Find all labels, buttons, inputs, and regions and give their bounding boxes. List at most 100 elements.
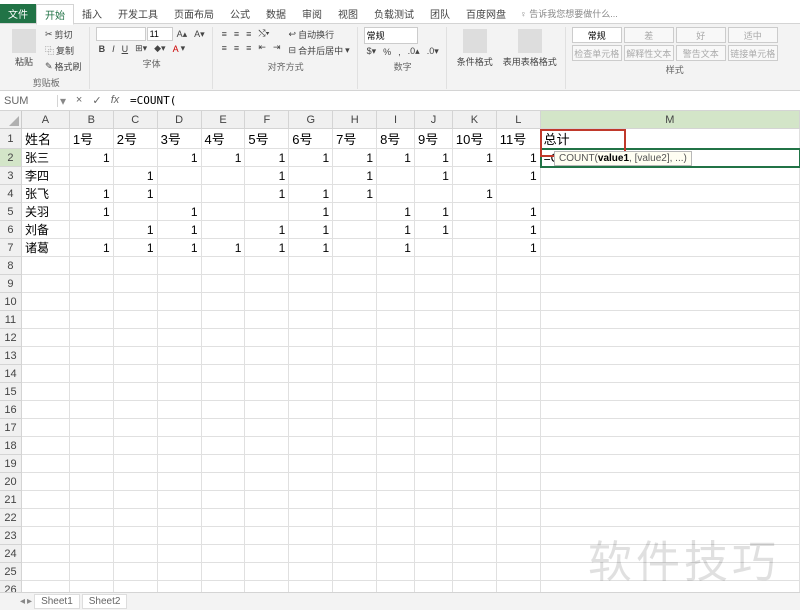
cell[interactable]	[497, 527, 541, 545]
cell[interactable]	[453, 473, 497, 491]
cell[interactable]	[22, 257, 70, 275]
cell[interactable]: 1	[114, 167, 158, 185]
cell[interactable]	[70, 473, 114, 491]
row-header[interactable]: 10	[0, 293, 22, 311]
col-header-C[interactable]: C	[114, 111, 158, 129]
cell[interactable]	[158, 347, 202, 365]
cell[interactable]	[22, 365, 70, 383]
format-as-table-button[interactable]: 表用表格格式	[499, 27, 561, 70]
cell[interactable]	[202, 437, 246, 455]
cell[interactable]	[333, 311, 377, 329]
cell[interactable]: 1	[70, 149, 114, 167]
col-header-B[interactable]: B	[70, 111, 114, 129]
cell[interactable]	[158, 401, 202, 419]
cell[interactable]	[453, 401, 497, 419]
cell[interactable]	[289, 257, 333, 275]
cell[interactable]	[158, 329, 202, 347]
cell[interactable]	[289, 527, 333, 545]
cell[interactable]	[22, 419, 70, 437]
cell[interactable]	[497, 275, 541, 293]
cell[interactable]	[114, 311, 158, 329]
cell[interactable]	[377, 455, 415, 473]
cell[interactable]	[415, 311, 453, 329]
font-color-button[interactable]: A▾	[170, 42, 189, 55]
cell[interactable]	[289, 473, 333, 491]
cell[interactable]	[415, 347, 453, 365]
row-header[interactable]: 1	[0, 129, 22, 149]
cell[interactable]	[541, 347, 800, 365]
cell[interactable]: 1	[202, 149, 246, 167]
cell[interactable]: 1	[453, 185, 497, 203]
cell[interactable]	[245, 509, 289, 527]
cell[interactable]	[333, 257, 377, 275]
cell[interactable]	[415, 473, 453, 491]
cell[interactable]	[202, 167, 246, 185]
cell[interactable]	[541, 293, 800, 311]
cell[interactable]	[158, 563, 202, 581]
row-header[interactable]: 12	[0, 329, 22, 347]
cell[interactable]	[158, 275, 202, 293]
increase-font-button[interactable]: A▴	[174, 27, 191, 41]
cell[interactable]	[245, 401, 289, 419]
align-bottom-button[interactable]: ≡	[243, 27, 254, 40]
col-header-G[interactable]: G	[289, 111, 333, 129]
row-header[interactable]: 25	[0, 563, 22, 581]
cell[interactable]	[245, 311, 289, 329]
menu-tab-formulas[interactable]: 公式	[222, 4, 258, 23]
cell-style-normal[interactable]: 常规	[572, 27, 622, 43]
cell[interactable]	[158, 419, 202, 437]
cell-style-link[interactable]: 链接单元格	[728, 45, 778, 61]
row-header[interactable]: 2	[0, 149, 22, 167]
cell[interactable]: 1	[70, 203, 114, 221]
row-header[interactable]: 19	[0, 455, 22, 473]
cell[interactable]	[415, 185, 453, 203]
cell-style-bad[interactable]: 差	[624, 27, 674, 43]
cell[interactable]	[497, 293, 541, 311]
cut-button[interactable]: ✂剪切	[42, 27, 85, 42]
cell[interactable]: 5号	[245, 129, 289, 149]
row-header[interactable]: 20	[0, 473, 22, 491]
cell[interactable]	[453, 527, 497, 545]
cell[interactable]: 1	[497, 167, 541, 185]
row-header[interactable]: 5	[0, 203, 22, 221]
cell[interactable]	[377, 419, 415, 437]
cell[interactable]: 1号	[70, 129, 114, 149]
cell[interactable]	[202, 257, 246, 275]
cell[interactable]: 1	[158, 149, 202, 167]
cell[interactable]	[22, 509, 70, 527]
cell[interactable]	[114, 491, 158, 509]
cell[interactable]	[377, 257, 415, 275]
align-right-button[interactable]: ≡	[243, 41, 254, 54]
cell[interactable]	[497, 329, 541, 347]
cell[interactable]: 张飞	[22, 185, 70, 203]
cell[interactable]	[497, 347, 541, 365]
cell[interactable]: 1	[289, 239, 333, 257]
bold-button[interactable]: B	[96, 42, 109, 55]
cell[interactable]	[245, 545, 289, 563]
cell[interactable]	[114, 383, 158, 401]
row-header[interactable]: 18	[0, 437, 22, 455]
cell[interactable]	[453, 563, 497, 581]
cell[interactable]	[22, 473, 70, 491]
cell[interactable]	[202, 545, 246, 563]
cell[interactable]	[22, 293, 70, 311]
cell[interactable]	[158, 311, 202, 329]
menu-tab-view[interactable]: 视图	[330, 4, 366, 23]
cell[interactable]	[289, 311, 333, 329]
cell[interactable]	[333, 491, 377, 509]
cell[interactable]	[114, 257, 158, 275]
cell[interactable]: 1	[333, 167, 377, 185]
cell[interactable]: 1	[497, 149, 541, 167]
cell[interactable]	[333, 545, 377, 563]
cell[interactable]	[114, 437, 158, 455]
cell[interactable]	[377, 329, 415, 347]
cell[interactable]	[289, 419, 333, 437]
cell[interactable]	[114, 545, 158, 563]
percent-button[interactable]: %	[380, 45, 394, 58]
cell[interactable]	[541, 365, 800, 383]
font-family-select[interactable]	[96, 27, 146, 41]
cell[interactable]	[453, 203, 497, 221]
cell[interactable]	[415, 437, 453, 455]
cell[interactable]	[377, 473, 415, 491]
cell[interactable]: 总计	[541, 129, 800, 149]
